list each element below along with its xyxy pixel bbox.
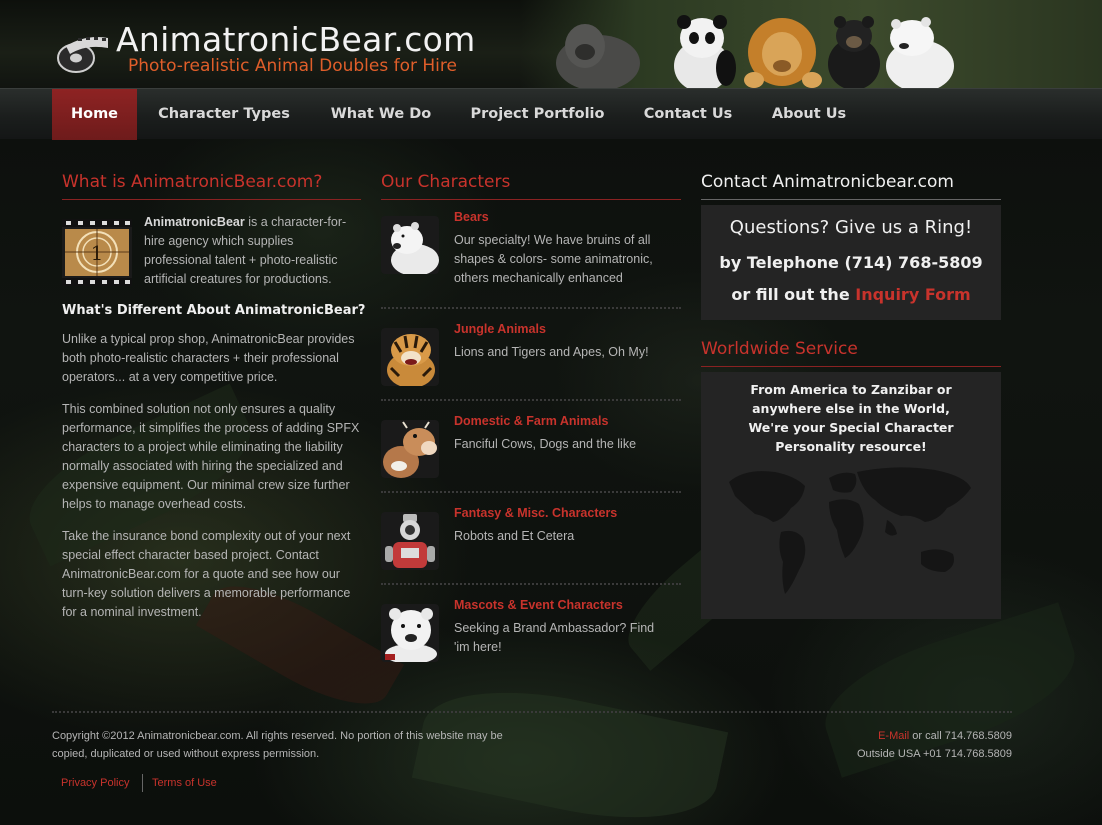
footer-divider	[52, 711, 1012, 713]
footer-contact: E-Mail or call 714.768.5809	[878, 727, 1012, 745]
logo-title: AnimatronicBear.com	[116, 20, 476, 59]
call-text: or call 714.768.5809	[909, 730, 1012, 742]
character-name[interactable]: Fantasy & Misc. Characters	[454, 506, 617, 520]
film-countdown-icon: 1	[62, 219, 132, 286]
nav-contact-us[interactable]: Contact Us	[632, 89, 744, 140]
whats-different-heading: What's Different About AnimatronicBear?	[62, 303, 366, 318]
tiger-thumbnail	[381, 328, 439, 386]
divider	[381, 307, 681, 309]
robot-thumbnail	[381, 512, 439, 570]
cow-thumbnail	[381, 420, 439, 478]
copyright-text: Copyright ©2012 Animatronicbear.com. All…	[52, 730, 503, 760]
character-desc: Lions and Tigers and Apes, Oh My!	[454, 345, 649, 359]
what-is-heading: What is AnimatronicBear.com?	[62, 172, 361, 200]
intro-paragraph: AnimatronicBear is a character-for-hire …	[144, 213, 360, 289]
email-link[interactable]: E-Mail	[878, 730, 909, 742]
logo-tagline: Photo-realistic Animal Doubles for Hire	[128, 56, 457, 76]
film-reel-icon	[57, 37, 108, 73]
our-characters-heading: Our Characters	[381, 172, 681, 200]
animal-characters-banner	[556, 15, 954, 88]
polar-bear-thumbnail	[381, 216, 439, 274]
world-map-icon	[729, 467, 971, 594]
left-paragraph-2: This combined solution not only ensures …	[62, 402, 360, 511]
site-header: AnimatronicBear.com Photo-realistic Anim…	[0, 0, 1102, 88]
character-desc: Fanciful Cows, Dogs and the like	[454, 437, 637, 451]
intro-brand-name: AnimatronicBear	[144, 215, 245, 229]
nav-character-types[interactable]: Character Types	[145, 89, 303, 140]
main-navigation: Home Character Types What We Do Project …	[0, 88, 1102, 140]
inquiry-form-link[interactable]: Inquiry Form	[855, 285, 970, 304]
character-name[interactable]: Jungle Animals	[454, 322, 546, 336]
left-paragraph-3: Take the insurance bond complexity out o…	[62, 529, 351, 619]
worldwide-panel: From America to Zanzibar or anywhere els…	[701, 372, 1001, 619]
mascot-bear-thumbnail	[381, 604, 439, 662]
character-name[interactable]: Mascots & Event Characters	[454, 598, 623, 612]
privacy-policy-link[interactable]: Privacy Policy	[61, 774, 129, 792]
terms-of-use-link[interactable]: Terms of Use	[152, 774, 217, 792]
worldwide-text: From America to Zanzibar or anywhere els…	[748, 382, 954, 454]
phone-line: by Telephone (714) 768-5809	[719, 253, 983, 272]
inquiry-line: or fill out the Inquiry Form	[701, 285, 1001, 304]
nav-project-portfolio[interactable]: Project Portfolio	[459, 89, 616, 140]
outside-usa-text: Outside USA +01 714.768.5809	[856, 748, 1012, 760]
nav-about-us[interactable]: About Us	[759, 89, 859, 140]
divider	[381, 399, 681, 401]
svg-text:1: 1	[91, 241, 104, 265]
worldwide-heading: Worldwide Service	[701, 339, 1001, 367]
divider	[381, 583, 681, 585]
character-desc: Our specialty! We have bruins of all sha…	[454, 233, 653, 285]
character-name[interactable]: Bears	[454, 210, 489, 224]
contact-heading: Contact Animatronicbear.com	[701, 172, 1001, 200]
nav-what-we-do[interactable]: What We Do	[317, 89, 445, 140]
footer-link-separator	[142, 774, 143, 792]
ring-line: Questions? Give us a Ring!	[729, 217, 973, 238]
character-desc: Robots and Et Cetera	[454, 529, 575, 543]
character-desc: Seeking a Brand Ambassador? Find 'im her…	[454, 621, 655, 654]
nav-home[interactable]: Home	[52, 89, 137, 140]
character-name[interactable]: Domestic & Farm Animals	[454, 414, 608, 428]
contact-panel: Questions? Give us a Ring! by Telephone …	[701, 205, 1001, 320]
site-logo[interactable]: AnimatronicBear.com Photo-realistic Anim…	[56, 20, 496, 80]
inquiry-prefix: or fill out the	[731, 285, 856, 304]
left-paragraph-1: Unlike a typical prop shop, AnimatronicB…	[62, 332, 355, 384]
divider	[381, 491, 681, 493]
